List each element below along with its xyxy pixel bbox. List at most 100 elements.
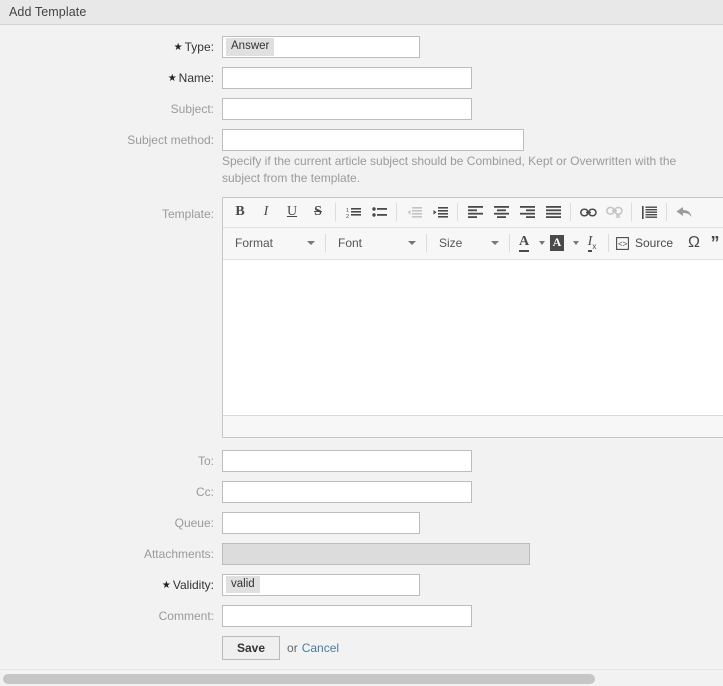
rich-text-editor: B I U S 12 Format Font Size A A I x <> S… — [222, 196, 723, 438]
label-attachments: Attachments: — [143, 546, 214, 561]
align-justify-icon[interactable] — [541, 201, 565, 223]
chevron-down-icon — [538, 241, 545, 246]
type-select[interactable]: Answer — [222, 36, 420, 58]
text-color-letter: A — [518, 234, 530, 252]
name-input[interactable] — [222, 67, 472, 89]
editor-toolbar-row-1: B I U S 12 — [223, 197, 723, 228]
control-subject — [222, 98, 723, 120]
required-star-icon: ★ — [161, 579, 171, 591]
toolbar-separator — [457, 203, 458, 222]
field-row-subject-method: Subject method: Specify if the current a… — [0, 129, 723, 188]
bold-icon[interactable]: B — [228, 201, 252, 223]
page-title: Add Template — [9, 5, 87, 19]
unlink-icon[interactable] — [602, 201, 626, 223]
label-submit-spacer — [0, 636, 222, 640]
field-row-subject: Subject: — [0, 98, 723, 120]
or-text: or — [287, 640, 298, 655]
underline-icon[interactable]: U — [280, 201, 304, 223]
field-row-attachments: Attachments: — [0, 542, 723, 565]
italic-icon[interactable]: I — [254, 201, 278, 223]
strikethrough-icon[interactable]: S — [306, 201, 330, 223]
align-left-icon[interactable] — [463, 201, 487, 223]
horizontal-scrollbar-thumb[interactable] — [3, 674, 595, 684]
subject-method-help: Specify if the current article subject s… — [222, 154, 677, 186]
align-right-icon[interactable] — [515, 201, 539, 223]
decrease-indent-icon[interactable] — [402, 201, 426, 223]
to-input[interactable] — [222, 449, 472, 472]
text-color-dropdown[interactable] — [535, 232, 545, 254]
increase-indent-icon[interactable] — [428, 201, 452, 223]
save-button[interactable]: Save — [222, 635, 281, 660]
source-label[interactable]: Source — [635, 236, 673, 250]
svg-text:2: 2 — [346, 214, 349, 219]
toolbar-separator — [335, 203, 336, 222]
control-comment — [222, 604, 723, 627]
subject-input[interactable] — [222, 98, 472, 120]
undo-icon[interactable] — [672, 201, 696, 223]
editor-content-area[interactable] — [223, 259, 723, 415]
editor-toolbar-row-2: Format Font Size A A I x <> Source Ω ” — [223, 227, 723, 260]
label-comment: Comment: — [158, 608, 214, 623]
control-type: Answer — [222, 36, 723, 58]
attachments-select[interactable] — [222, 542, 530, 565]
subject-method-input[interactable] — [222, 129, 524, 151]
chevron-down-icon — [307, 241, 315, 246]
toolbar-separator — [570, 203, 571, 222]
control-subject-method: Specify if the current article subject s… — [222, 129, 723, 188]
validity-selected-token[interactable]: valid — [226, 576, 260, 594]
numbered-list-icon[interactable]: 12 — [341, 201, 365, 223]
queue-input[interactable] — [222, 511, 420, 534]
toolbar-separator — [325, 234, 326, 253]
type-selected-token[interactable]: Answer — [226, 38, 275, 56]
format-dropdown[interactable]: Format — [227, 232, 319, 254]
label-queue: Queue: — [174, 515, 214, 530]
field-row-name: ★ Name: — [0, 67, 723, 89]
required-star-icon: ★ — [167, 73, 177, 84]
toolbar-separator — [509, 234, 510, 253]
link-icon[interactable] — [576, 201, 600, 223]
align-center-icon[interactable] — [489, 201, 513, 223]
quote-icon[interactable]: ” — [709, 232, 721, 254]
chevron-down-icon — [408, 241, 416, 246]
svg-text:<>: <> — [618, 239, 628, 248]
special-character-icon[interactable]: Ω — [681, 232, 707, 254]
control-cc — [222, 480, 723, 503]
background-color-dropdown[interactable] — [569, 232, 579, 254]
control-queue — [222, 511, 723, 534]
horizontal-scrollbar[interactable] — [0, 669, 723, 686]
toolbar-separator — [666, 203, 667, 222]
submit-actions: Save or Cancel — [222, 635, 723, 660]
size-dropdown[interactable]: Size — [431, 232, 503, 254]
blockquote-icon[interactable] — [637, 201, 661, 223]
toolbar-separator — [631, 203, 632, 222]
validity-select[interactable]: valid — [222, 573, 420, 596]
label-type: ★ Type: — [173, 40, 214, 54]
add-template-form: ★ Type: Answer ★ Name: Subject: Subject me… — [0, 25, 723, 660]
field-row-comment: Comment: — [0, 604, 723, 627]
background-color-icon[interactable]: A — [547, 232, 567, 254]
control-template: B I U S 12 Format Font Size A A I x <> S… — [222, 196, 723, 438]
control-validity: valid — [222, 573, 723, 596]
text-color-icon[interactable]: A — [515, 232, 533, 254]
field-row-template: Template: B I U S 12 Format Font Size A … — [0, 196, 723, 438]
quote-glyph: ” — [710, 232, 720, 253]
field-row-type: ★ Type: Answer — [0, 36, 723, 58]
control-name — [222, 67, 723, 89]
comment-input[interactable] — [222, 604, 472, 627]
font-dropdown-label: Font — [338, 236, 363, 251]
font-dropdown[interactable]: Font — [330, 232, 420, 254]
remove-format-icon[interactable]: Ix — [581, 232, 603, 254]
toolbar-separator — [608, 234, 609, 253]
control-submit: Save or Cancel — [222, 635, 723, 660]
source-icon[interactable]: <> — [614, 232, 630, 254]
format-dropdown-label: Format — [235, 236, 274, 251]
cancel-link[interactable]: Cancel — [302, 641, 339, 655]
control-to — [222, 449, 723, 472]
window-header: Add Template — [0, 0, 723, 25]
label-subject-method: Subject method: — [127, 133, 214, 147]
field-row-to: To: — [0, 449, 723, 472]
cc-input[interactable] — [222, 480, 472, 503]
label-subject: Subject: — [170, 102, 214, 116]
toolbar-separator — [396, 203, 397, 222]
bulleted-list-icon[interactable] — [367, 201, 391, 223]
